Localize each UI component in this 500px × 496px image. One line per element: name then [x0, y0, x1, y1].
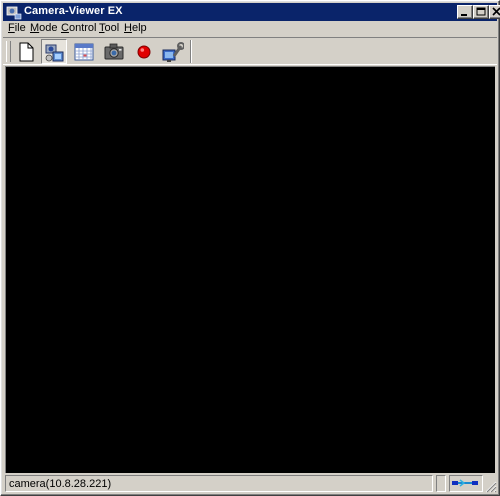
status-bar: camera(10.8.28.221)	[3, 475, 497, 493]
menu-mode-mnemonic: M	[30, 22, 40, 34]
status-pane-camera: camera(10.8.28.221)	[5, 475, 433, 492]
minimize-icon	[461, 14, 467, 16]
network-connection-icon	[452, 479, 478, 487]
toolbar-grip[interactable]	[6, 41, 11, 62]
camera-view-area[interactable]	[5, 66, 495, 473]
menu-file-mnemonic: F	[8, 22, 15, 34]
close-icon	[492, 7, 500, 16]
window-title: Camera-Viewer EX	[24, 5, 123, 17]
schedule-button[interactable]	[71, 39, 97, 64]
app-camera-icon	[6, 6, 22, 20]
menu-help-mnemonic: H	[124, 22, 132, 34]
record-button[interactable]	[131, 39, 157, 64]
menu-help[interactable]: Help	[124, 22, 147, 34]
camera-list-icon	[45, 44, 64, 62]
menu-control[interactable]: Control	[61, 22, 96, 34]
toolbar	[3, 37, 497, 65]
new-document-icon	[19, 42, 34, 62]
settings-button[interactable]	[159, 39, 185, 64]
record-icon	[137, 45, 151, 59]
main-window: Camera-Viewer EX File Mode Control Tool …	[0, 0, 500, 496]
calendar-icon	[74, 43, 94, 61]
minimize-button[interactable]	[457, 5, 473, 19]
menu-tool-label: ool	[104, 22, 120, 34]
maximize-button[interactable]	[473, 5, 489, 19]
menu-file[interactable]: File	[8, 22, 26, 34]
camera-list-button[interactable]	[41, 39, 67, 64]
menu-bar: File Mode Control Tool Help	[3, 21, 497, 36]
maximize-icon	[476, 7, 486, 16]
title-bar[interactable]: Camera-Viewer EX	[3, 3, 500, 21]
settings-tools-icon	[162, 42, 184, 62]
menu-control-mnemonic: C	[61, 22, 69, 34]
menu-mode-label: ode	[39, 22, 58, 34]
close-button[interactable]	[489, 5, 500, 19]
resize-grip-icon[interactable]	[485, 481, 497, 493]
menu-tool[interactable]: Tool	[99, 22, 119, 34]
snapshot-camera-icon	[104, 43, 124, 60]
menu-help-label: elp	[131, 22, 147, 34]
snapshot-button[interactable]	[101, 39, 127, 64]
status-pane-blank	[436, 475, 446, 492]
toolbar-separator	[190, 40, 192, 63]
menu-file-label: ile	[14, 22, 26, 34]
status-camera-text: camera(10.8.28.221)	[9, 478, 112, 490]
menu-control-label: ontrol	[68, 22, 97, 34]
menu-mode[interactable]: Mode	[30, 22, 58, 34]
status-pane-connection	[449, 475, 483, 492]
new-button[interactable]	[13, 39, 39, 64]
